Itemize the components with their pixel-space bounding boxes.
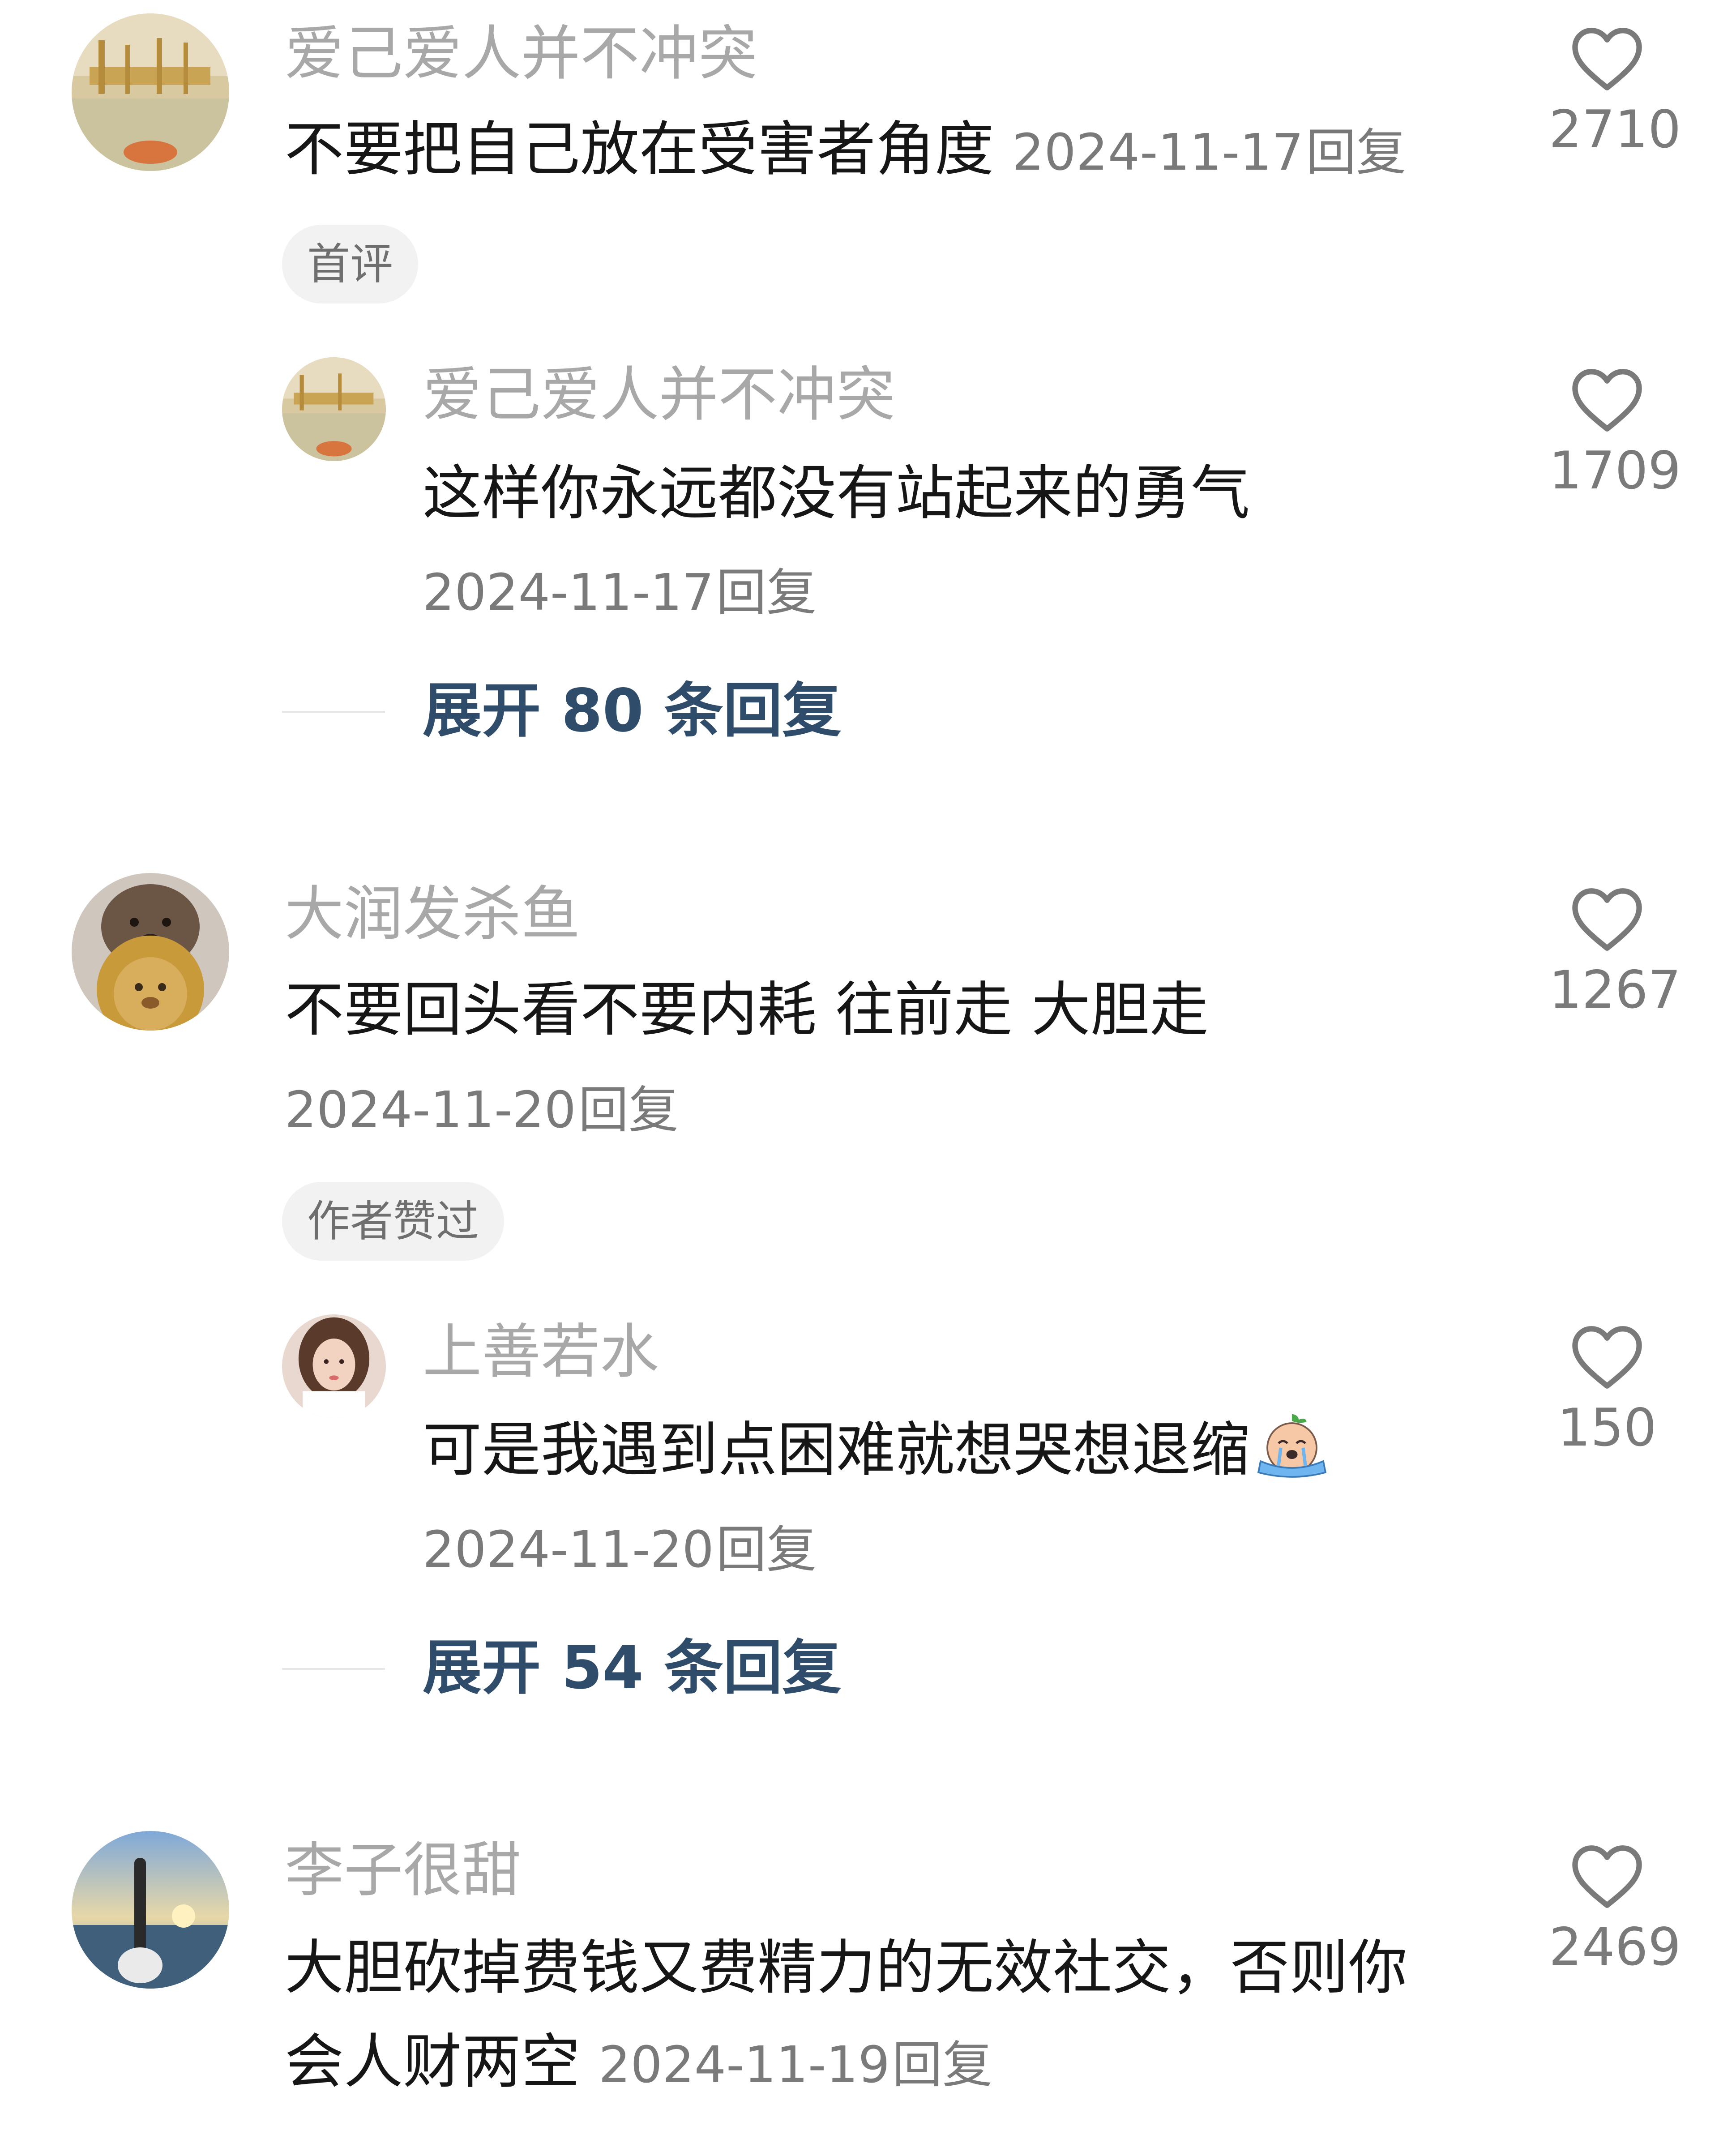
reply-text: 可是我遇到点困难就想哭想退缩 <box>423 1416 1250 1484</box>
like-button[interactable]: 1267 <box>1549 886 1681 1020</box>
comment-username[interactable]: 李子很甜 <box>285 1841 521 1900</box>
comment-body: 不要把自己放在受害者角度 2024-11-17 回复 <box>285 120 1406 179</box>
expand-divider <box>282 1668 385 1670</box>
reply-meta: 2024-11-20 回复 <box>423 1525 817 1575</box>
like-count: 2469 <box>1549 1917 1681 1977</box>
like-button[interactable]: 1709 <box>1549 366 1681 501</box>
comment-username[interactable]: 爱己爱人并不冲突 <box>285 24 757 83</box>
comment-text: 不要回头看不要内耗 往前走 大胆走 <box>285 975 1209 1044</box>
heart-outline-icon <box>1572 28 1642 90</box>
comment-meta: 2024-11-20 回复 <box>285 1085 679 1135</box>
comment-username[interactable]: 大润发杀鱼 <box>285 885 580 944</box>
heart-outline-icon <box>1572 1326 1642 1389</box>
comment-date: 2024-11-19 <box>599 2036 890 2094</box>
like-count: 1267 <box>1549 960 1681 1020</box>
expand-divider <box>282 711 385 713</box>
like-button[interactable]: 150 <box>1549 1323 1665 1454</box>
comment-text: 不要把自己放在受害者角度 <box>285 115 994 184</box>
reply-button[interactable]: 回复 <box>716 1521 817 1579</box>
reply-body: 可是我遇到点困难就想哭想退缩 <box>423 1412 1330 1480</box>
reply-button[interactable]: 回复 <box>1306 124 1406 182</box>
heart-outline-icon <box>1572 369 1642 432</box>
comment-body-line2: 会人财两空 2024-11-19 回复 <box>285 2032 992 2092</box>
reply-avatar[interactable] <box>282 357 386 461</box>
reply-avatar[interactable] <box>282 1314 386 1418</box>
reply-button[interactable]: 回复 <box>578 1081 679 1139</box>
comment-avatar[interactable] <box>72 1831 229 1989</box>
author-liked-tag: 作者赞过 <box>282 1182 504 1261</box>
like-button[interactable]: 2710 <box>1549 25 1681 160</box>
like-button[interactable]: 2469 <box>1549 1843 1681 1977</box>
expand-replies-button[interactable]: 展开 80 条回复 <box>423 681 842 740</box>
reply-username[interactable]: 爱己爱人并不冲突 <box>423 365 895 424</box>
comment-date: 2024-11-20 <box>285 1081 576 1139</box>
heart-outline-icon <box>1572 1845 1642 1908</box>
like-count: 2710 <box>1549 99 1681 160</box>
crying-emoji-icon <box>1257 1414 1327 1478</box>
comment-text-line1: 大胆砍掉费钱又费精力的无效社交，否则你 <box>285 1934 1407 2002</box>
reply-button[interactable]: 回复 <box>716 564 817 622</box>
heart-outline-icon <box>1572 888 1642 951</box>
comment-avatar[interactable] <box>72 13 229 171</box>
comment-date: 2024-11-17 <box>1012 124 1304 182</box>
reply-username[interactable]: 上善若水 <box>423 1322 659 1382</box>
reply-text: 这样你永远都没有站起来的勇气 <box>423 459 1250 528</box>
first-comment-tag: 首评 <box>282 225 418 304</box>
like-count: 1709 <box>1549 441 1681 501</box>
reply-button[interactable]: 回复 <box>892 2036 992 2094</box>
reply-date: 2024-11-17 <box>423 564 714 622</box>
reply-date: 2024-11-20 <box>423 1521 714 1579</box>
expand-replies-button[interactable]: 展开 54 条回复 <box>423 1638 842 1698</box>
comment-text-line2: 会人财两空 <box>285 2028 580 2096</box>
reply-meta: 2024-11-17 回复 <box>423 568 817 618</box>
like-count: 150 <box>1557 1398 1657 1458</box>
comment-avatar[interactable] <box>72 873 229 1031</box>
